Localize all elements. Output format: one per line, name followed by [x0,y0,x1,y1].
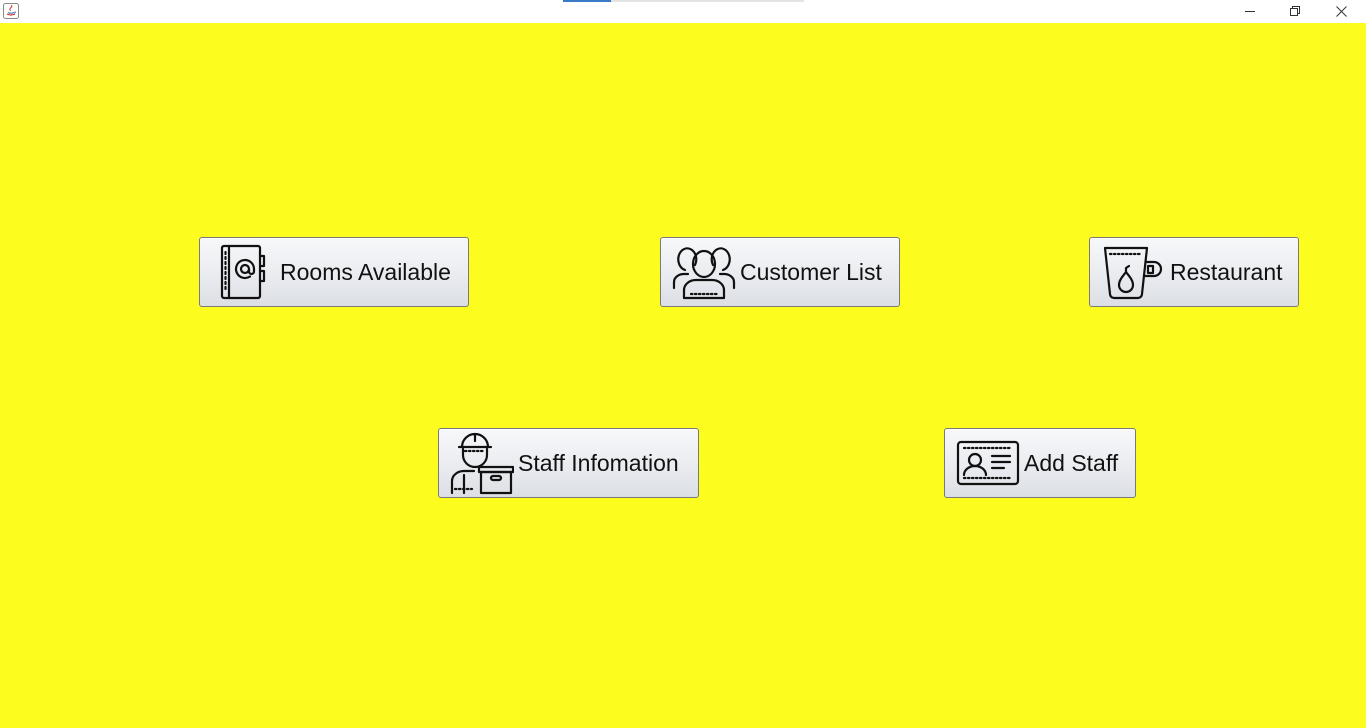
restore-icon [1290,6,1300,16]
close-icon [1335,5,1347,17]
customer-list-label: Customer List [740,258,882,285]
title-bar [0,0,1366,23]
user-group-icon [671,244,737,300]
staff-information-button[interactable]: Staff Infomation [438,428,699,498]
minimize-button[interactable] [1227,0,1273,22]
restaurant-button[interactable]: Restaurant [1089,237,1299,307]
rooms-available-label: Rooms Available [280,258,451,285]
title-progress-bar [563,0,804,2]
tea-cup-icon [1102,244,1164,300]
close-button[interactable] [1318,0,1364,22]
minimize-icon [1245,11,1255,12]
rooms-available-button[interactable]: Rooms Available [199,237,469,307]
customer-list-button[interactable]: Customer List [660,237,900,307]
address-book-icon [218,244,268,300]
worker-with-box-icon [448,431,514,495]
app-window: Rooms Available Customer List Restaurant… [0,0,1366,728]
add-staff-label: Add Staff [1024,449,1119,476]
title-progress-fill [563,0,612,2]
java-app-icon [3,3,19,19]
restaurant-label: Restaurant [1170,258,1283,285]
staff-information-label: Staff Infomation [518,449,679,476]
restore-button[interactable] [1272,0,1318,22]
main-panel: Rooms Available Customer List Restaurant… [0,23,1366,728]
id-card-icon [956,440,1020,486]
add-staff-button[interactable]: Add Staff [944,428,1136,498]
